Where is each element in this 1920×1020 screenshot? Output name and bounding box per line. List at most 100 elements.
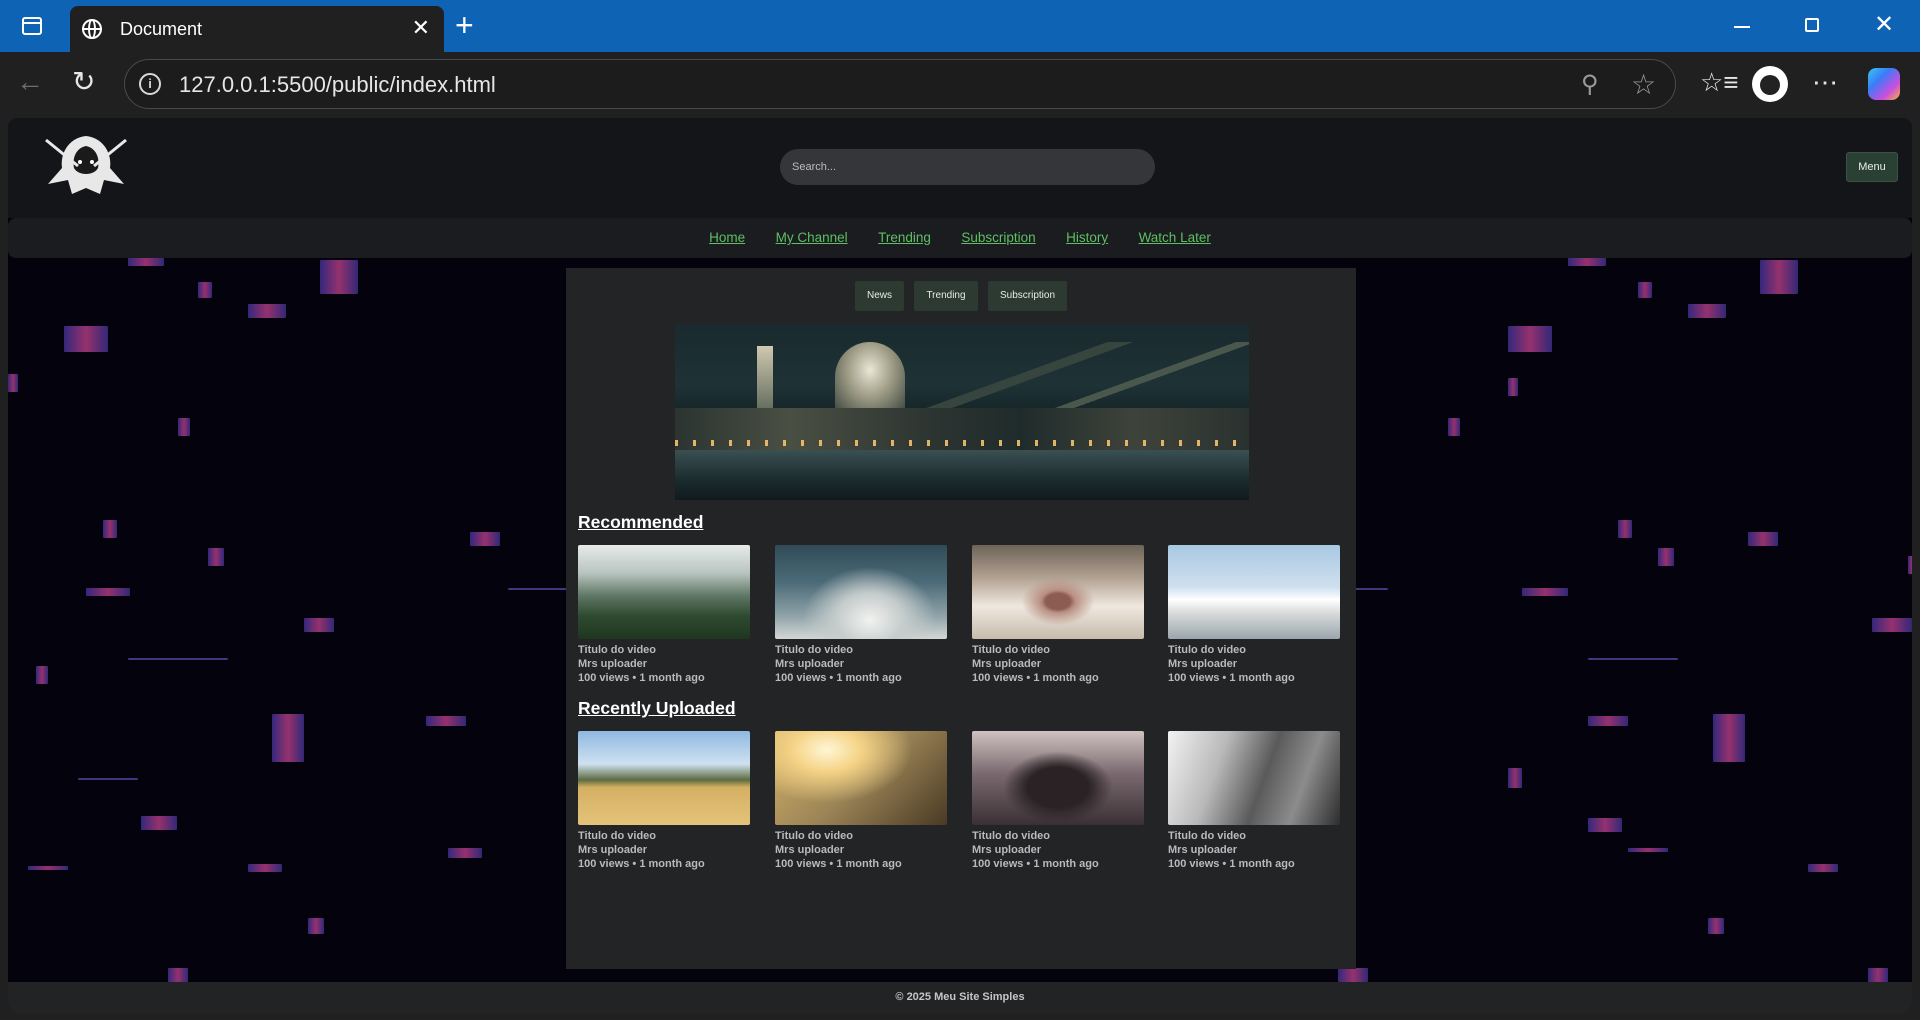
video-thumbnail[interactable] (775, 545, 947, 639)
video-stats: 100 views • 1 month ago (775, 672, 902, 684)
glitch-block (1760, 260, 1798, 294)
video-title[interactable]: Titulo do video (1168, 643, 1340, 657)
nav-history[interactable]: History (1066, 218, 1108, 258)
glitch-block (272, 714, 304, 762)
glitch-block (1872, 618, 1912, 632)
nav-my-channel[interactable]: My Channel (776, 218, 848, 258)
video-title[interactable]: Titulo do video (775, 829, 947, 843)
video-title[interactable]: Titulo do video (578, 829, 750, 843)
glitch-block (1508, 378, 1518, 396)
video-card[interactable]: Titulo do video Mrs uploader 100 views •… (1168, 545, 1340, 685)
site-footer: © 2025 Meu Site Simples (8, 982, 1912, 1014)
glitch-block (8, 374, 18, 392)
video-uploader: Mrs uploader (972, 844, 1042, 856)
video-thumbnail[interactable] (578, 545, 750, 639)
video-card[interactable]: Titulo do video Mrs uploader 100 views •… (972, 545, 1144, 685)
site-info-icon[interactable]: i (139, 73, 161, 95)
main-nav: Home My Channel Trending Subscription Hi… (8, 218, 1912, 258)
nav-watch-later[interactable]: Watch Later (1139, 218, 1211, 258)
glitch-block (1588, 818, 1622, 832)
nav-subscription[interactable]: Subscription (961, 218, 1035, 258)
profile-avatar[interactable] (1752, 66, 1788, 102)
nav-home[interactable]: Home (709, 218, 745, 258)
zoom-out-icon[interactable]: ⚲ (1581, 70, 1599, 99)
back-icon[interactable]: ← (16, 66, 44, 98)
glitch-block (36, 666, 48, 684)
glitch-block (1338, 968, 1368, 982)
glitch-block (304, 618, 334, 632)
video-meta: Titulo do video Mrs uploader 100 views •… (775, 829, 947, 871)
restore-icon[interactable] (1792, 10, 1832, 38)
address-bar[interactable]: i 127.0.0.1:5500/public/index.html ⚲ ☆ (124, 59, 1676, 109)
video-uploader: Mrs uploader (578, 658, 648, 670)
glitch-block (1522, 588, 1568, 596)
reload-icon[interactable]: ↻ (72, 66, 95, 98)
search-input[interactable] (780, 149, 1155, 185)
filter-trending-button[interactable]: Trending (914, 281, 978, 311)
close-tab-icon[interactable]: ✕ (412, 16, 430, 40)
video-thumbnail[interactable] (1168, 545, 1340, 639)
video-title[interactable]: Titulo do video (1168, 829, 1340, 843)
video-thumbnail[interactable] (578, 731, 750, 825)
glitch-block (178, 418, 190, 436)
glitch-block (198, 282, 212, 298)
url-text[interactable]: 127.0.0.1:5500/public/index.html (179, 72, 496, 98)
glitch-block (1713, 714, 1745, 762)
glitch-block (1638, 282, 1652, 298)
copilot-icon[interactable] (1868, 68, 1900, 100)
video-thumbnail[interactable] (972, 731, 1144, 825)
tab-actions-icon[interactable] (14, 12, 50, 40)
video-stats: 100 views • 1 month ago (1168, 858, 1295, 870)
video-thumbnail[interactable] (1168, 731, 1340, 825)
video-title[interactable]: Titulo do video (972, 643, 1144, 657)
glitch-line (78, 778, 138, 780)
nav-trending[interactable]: Trending (878, 218, 931, 258)
video-stats: 100 views • 1 month ago (972, 672, 1099, 684)
minimize-icon[interactable] (1722, 10, 1762, 34)
video-uploader: Mrs uploader (775, 844, 845, 856)
filter-news-button[interactable]: News (854, 281, 904, 311)
video-card[interactable]: Titulo do video Mrs uploader 100 views •… (972, 731, 1144, 871)
video-thumbnail[interactable] (775, 731, 947, 825)
glitch-block (320, 260, 358, 294)
glitch-block (1808, 864, 1838, 872)
glitch-block (103, 520, 117, 538)
tab-title: Document (120, 19, 203, 39)
browser-tab[interactable]: Document ✕ (70, 6, 444, 52)
favorites-icon[interactable]: ☆≡ (1700, 66, 1738, 98)
glitch-block (1588, 716, 1628, 726)
glitch-block (248, 864, 282, 872)
video-card[interactable]: Titulo do video Mrs uploader 100 views •… (578, 731, 750, 871)
video-thumbnail[interactable] (972, 545, 1144, 639)
glitch-line (1588, 658, 1678, 660)
close-window-icon[interactable]: ✕ (1864, 10, 1904, 39)
content-panel: News Trending Subscription Recommended T… (566, 268, 1356, 969)
video-uploader: Mrs uploader (1168, 844, 1238, 856)
video-uploader: Mrs uploader (1168, 658, 1238, 670)
video-title[interactable]: Titulo do video (972, 829, 1144, 843)
video-stats: 100 views • 1 month ago (578, 672, 705, 684)
favorite-star-icon[interactable]: ☆ (1631, 68, 1656, 101)
glitch-block (86, 588, 130, 596)
video-card[interactable]: Titulo do video Mrs uploader 100 views •… (775, 545, 947, 685)
glitch-block (208, 548, 224, 566)
video-card[interactable]: Titulo do video Mrs uploader 100 views •… (578, 545, 750, 685)
hooded-figure-logo[interactable] (38, 132, 134, 198)
glitch-block (1908, 556, 1912, 574)
menu-button[interactable]: Menu (1846, 152, 1898, 182)
more-options-icon[interactable]: ⋯ (1812, 66, 1839, 98)
glitch-block (248, 304, 286, 318)
glitch-block (1708, 918, 1724, 934)
glitch-line (128, 658, 228, 660)
page-viewport: Menu Home My Channel Trending Subscripti… (8, 118, 1912, 1014)
new-tab-icon[interactable]: + (455, 8, 474, 42)
glitch-block (1688, 304, 1726, 318)
section-title-recommended: Recommended (578, 512, 704, 532)
filter-subscription-button[interactable]: Subscription (988, 281, 1068, 311)
video-card[interactable]: Titulo do video Mrs uploader 100 views •… (775, 731, 947, 871)
video-title[interactable]: Titulo do video (578, 643, 750, 657)
video-card[interactable]: Titulo do video Mrs uploader 100 views •… (1168, 731, 1340, 871)
video-title[interactable]: Titulo do video (775, 643, 947, 657)
video-stats: 100 views • 1 month ago (775, 858, 902, 870)
video-meta: Titulo do video Mrs uploader 100 views •… (1168, 643, 1340, 685)
